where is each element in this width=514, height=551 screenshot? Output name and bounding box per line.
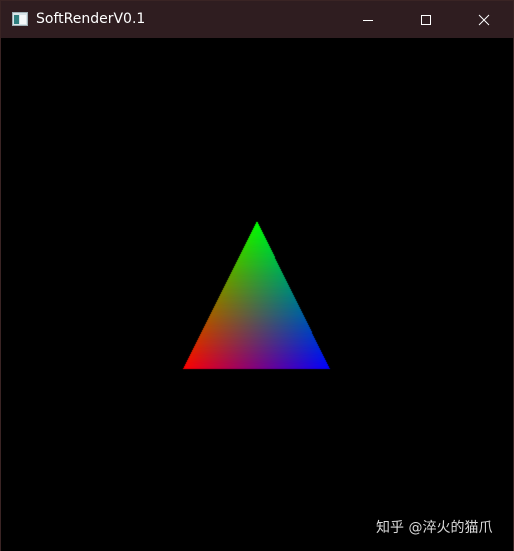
rgb-triangle: [1, 38, 513, 551]
app-window: SoftRenderV0.1 知乎 @淬火的猫爪: [0, 0, 514, 551]
maximize-icon: [421, 14, 431, 25]
app-window-icon: [12, 12, 28, 26]
minimize-icon: [363, 19, 373, 21]
close-icon: [478, 14, 490, 25]
maximize-button[interactable]: [397, 1, 455, 38]
title-bar[interactable]: SoftRenderV0.1: [1, 1, 513, 38]
minimize-button[interactable]: [339, 1, 397, 38]
render-viewport[interactable]: 知乎 @淬火的猫爪: [1, 38, 513, 551]
watermark-text: 知乎 @淬火的猫爪: [376, 520, 493, 536]
close-button[interactable]: [455, 1, 513, 38]
window-title: SoftRenderV0.1: [36, 11, 146, 27]
